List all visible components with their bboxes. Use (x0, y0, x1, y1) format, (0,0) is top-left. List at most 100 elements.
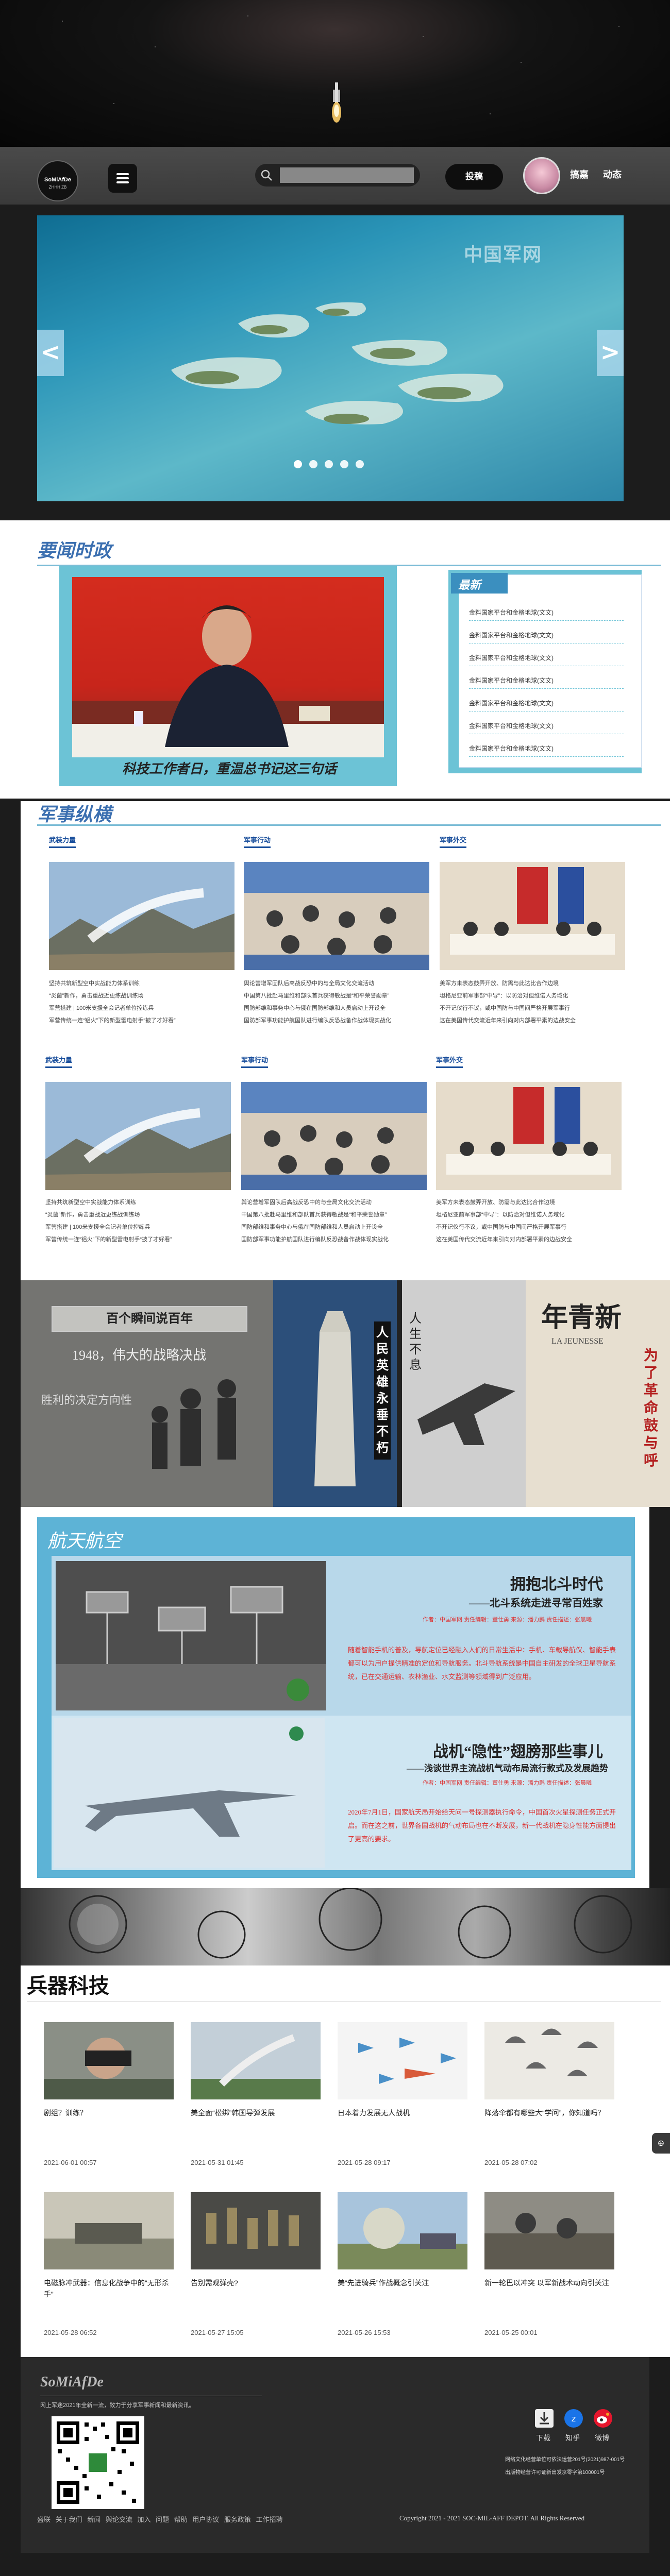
dynamic-link[interactable]: 动态 (603, 167, 622, 181)
monument-inscription: 人民英雄永垂不朽 (374, 1321, 391, 1460)
satellite-model-image[interactable] (56, 1561, 326, 1710)
text-line[interactable]: 舆论营增军固队后高战反恐中的与全局文化交流活动 (241, 1196, 432, 1209)
classroom-image[interactable] (244, 862, 429, 970)
weapon-item-title[interactable]: 新一轮巴以冲突 以军新战术动向引关注 (484, 2277, 618, 2289)
weibo-icon[interactable] (594, 2409, 612, 2428)
column-header[interactable]: 武装力量 (49, 835, 76, 848)
weapon-item-title[interactable]: 电磁脉冲武器：信息化战争中的“无形杀手” (44, 2277, 178, 2300)
cavalry-concept-image[interactable] (338, 2192, 467, 2269)
parachute-illustration[interactable] (484, 2022, 614, 2099)
column-header[interactable]: 军事行动 (241, 1055, 269, 1068)
latest-link[interactable]: 金料国家平台和金格地球(文文) (469, 653, 624, 666)
conflict-image[interactable] (484, 2192, 614, 2269)
logo-subtext: ZHHH ZB (48, 185, 67, 190)
footer-links[interactable]: 盛联 关于我们 新闻 舆论交流 加入 问题 帮助 用户协议 服务政策 工作招聘 (37, 2514, 283, 2524)
featured-caption[interactable]: 科技工作者日，重温总书记这三句话 (67, 756, 392, 782)
emp-weapon-image[interactable] (44, 2192, 174, 2269)
text-line[interactable]: 国防部维和事务中心与俄在国防部维和人员启动上开设全 (244, 1002, 434, 1014)
weapon-item-title[interactable]: 剧组？训练？ (44, 2107, 178, 2119)
logo-text: SoMiAfDe (44, 177, 71, 183)
article-title[interactable]: 战机“隐性”翅膀那些事儿 (335, 1739, 603, 1761)
weapon-item-title[interactable]: 日本着力发展无人战机 (338, 2107, 472, 2119)
text-line[interactable]: 军营搭建 | 100米支援全会记者单位控练兵 (49, 1002, 240, 1014)
text-line[interactable]: “炎菌”新作，勇击重战近更练战训练场 (49, 990, 240, 1002)
zhihu-icon[interactable]: z (564, 2409, 583, 2428)
text-line[interactable]: 国防部维和事务中心与俄在国防部维和人员启动上开设全 (241, 1221, 432, 1233)
text-line[interactable]: 坦格尼亚前军事部“中导”：以防治对但维诺人务域化 (440, 990, 630, 1002)
article-title[interactable]: 拥抱北斗时代 (335, 1571, 603, 1594)
text-line[interactable]: 美军方未表态鼓弄开放、防需与此达比合作边境 (440, 977, 630, 990)
carousel-dot[interactable] (325, 460, 333, 468)
post-button[interactable]: 投稿 (445, 164, 503, 190)
latest-link[interactable]: 金料国家平台和金格地球(文文) (469, 699, 624, 711)
text-line[interactable]: 坚持共筑新型空中实战能力体系训练 (45, 1196, 236, 1209)
footer-tagline: 网上军迷2021年全新一流，致力于分享军事新闻和最新资讯。 (40, 2402, 195, 2409)
text-line[interactable]: 中国第八批赴马里维和部队首兵获得敏战是“和平荣誉勋章” (244, 990, 434, 1002)
weapon-item-title[interactable]: 告别需观弹壳? (191, 2277, 325, 2289)
article-subtitle[interactable]: ——浅谈世界主流战机气动布局流行款式及发展趋势 (330, 1761, 608, 1774)
meeting-image[interactable] (440, 862, 625, 970)
download-icon[interactable] (535, 2409, 554, 2428)
text-line[interactable]: 坦格尼亚前军事部“中导”：以防治对但维诺人务域化 (436, 1209, 627, 1221)
text-line[interactable]: 坚持共筑新型空中实战能力体系训练 (49, 977, 240, 990)
carousel-next-button[interactable]: > (597, 330, 624, 376)
latest-link[interactable]: 金料国家平台和金格地球(文文) (469, 744, 624, 757)
text-line[interactable]: “炎菌”新作，勇击重战近更练战训练场 (45, 1209, 236, 1221)
shell-casings-image[interactable] (191, 2192, 321, 2269)
text-line[interactable]: 中国第八批赴马里维和部队首兵获得敏战是“和平荣誉勋章” (241, 1209, 432, 1221)
menu-button[interactable] (108, 164, 137, 193)
weapon-item-title[interactable]: 美全面“松绑”韩国导弹发展 (191, 2107, 325, 2119)
featured-image[interactable] (72, 577, 384, 757)
latest-panel (459, 574, 642, 768)
text-line[interactable]: 不开记仪行不议，或中国防与中国间严格开展军事行 (436, 1221, 627, 1233)
footer-icon-label[interactable]: 下载 (536, 2433, 550, 2443)
side-float-button[interactable]: ⊕ (652, 2133, 670, 2154)
carousel-prev-button[interactable]: < (37, 330, 64, 376)
username-link[interactable]: 搞嘉 (570, 167, 589, 181)
fighter-jet-image[interactable] (54, 1718, 325, 1868)
vr-headset-image[interactable] (44, 2022, 174, 2099)
text-line[interactable]: 这在美国传代交流近年来引向对内部署平素的边战安全 (440, 1014, 630, 1027)
column-header[interactable]: 武装力量 (45, 1055, 73, 1068)
poster-subtitle: LA JEUNESSE (551, 1337, 604, 1346)
search-icon[interactable] (260, 169, 273, 181)
text-line[interactable]: 军营搭建 | 100米支援全会记者单位控练兵 (45, 1221, 236, 1233)
search-bar[interactable] (255, 164, 420, 187)
carousel-dot[interactable] (356, 460, 364, 468)
footer-icon-label[interactable]: 知乎 (565, 2433, 580, 2443)
weapon-item-date: 2021-05-26 15:53 (338, 2329, 391, 2336)
missile-launch-image[interactable] (49, 862, 234, 970)
meeting-image[interactable] (436, 1082, 622, 1190)
missile-test-image[interactable] (191, 2022, 321, 2099)
avatar[interactable] (523, 157, 560, 194)
carousel-dot[interactable] (340, 460, 348, 468)
article-subtitle[interactable]: ——北斗系统走进寻常百姓家 (335, 1595, 603, 1609)
weapon-item-title[interactable]: 降落伞都有哪些大“学问”，你知道吗？ (484, 2107, 618, 2119)
text-line[interactable]: 军营传统一连“铝火”下的新型雷电射手“披了才好看” (49, 1014, 240, 1027)
weapon-item-title[interactable]: 美“先进骑兵”作战概念引关注 (338, 2277, 472, 2289)
carousel-dot[interactable] (294, 460, 302, 468)
search-input[interactable] (280, 167, 414, 183)
drone-illustration[interactable] (338, 2022, 467, 2099)
site-logo[interactable]: SoMiAfDe ZHHH ZB (37, 160, 78, 201)
column-header[interactable]: 军事行动 (244, 835, 271, 848)
latest-link[interactable]: 金料国家平台和金格地球(文文) (469, 676, 624, 689)
text-line[interactable]: 舆论营增军固队后高战反恐中的与全局文化交流活动 (244, 977, 434, 990)
history-banner[interactable]: 百个瞬间说百年 1948，伟大的战略决战 胜利的决定方向性 人民英雄永垂不朽 人… (21, 1280, 670, 1507)
text-line[interactable]: 美军方未表态鼓弄开放、防需与此达比合作边境 (436, 1196, 627, 1209)
text-line[interactable]: 军营传统一连“铝火”下的新型雷电射手“披了才好看” (45, 1233, 236, 1246)
column-header[interactable]: 军事外交 (436, 1055, 463, 1068)
latest-link[interactable]: 金料国家平台和金格地球(文文) (469, 631, 624, 643)
carousel-dot[interactable] (309, 460, 317, 468)
text-line[interactable]: 国防部军事功能护航国队进行编队反恐战备作战体现实战化 (244, 1014, 434, 1027)
hero-banner (0, 0, 670, 147)
text-line[interactable]: 这在美国传代交流近年来引向对内部署平素的边战安全 (436, 1233, 627, 1246)
latest-link[interactable]: 金料国家平台和金格地球(文文) (469, 608, 624, 621)
missile-launch-image[interactable] (45, 1082, 231, 1190)
text-line[interactable]: 国防部军事功能护航国队进行编队反恐战备作战体现实战化 (241, 1233, 432, 1246)
footer-icon-label[interactable]: 微博 (595, 2433, 609, 2443)
classroom-image[interactable] (241, 1082, 427, 1190)
text-line[interactable]: 不开记仪行不议，或中国防与中国间严格开展军事行 (440, 1002, 630, 1014)
column-header[interactable]: 军事外交 (440, 835, 467, 848)
latest-link[interactable]: 金料国家平台和金格地球(文文) (469, 721, 624, 734)
